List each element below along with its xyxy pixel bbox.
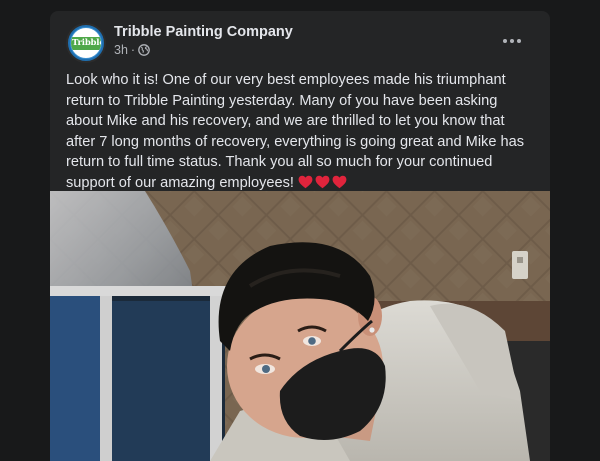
post-photo[interactable] [50, 191, 550, 461]
page-avatar[interactable]: Tribble [66, 23, 106, 63]
red-heart-icon [315, 175, 330, 188]
photo-image [50, 191, 550, 461]
post-header: Tribble Tribble Painting Company 3h · [66, 23, 534, 65]
logo-text: Tribble [72, 38, 102, 48]
post-text: Look who it is! One of our very best emp… [66, 70, 538, 193]
page-name-link[interactable]: Tribble Painting Company [114, 24, 293, 40]
red-heart-icon [332, 175, 347, 188]
post-card: Tribble Tribble Painting Company 3h · Loo… [50, 11, 550, 461]
post-meta: 3h · [114, 43, 150, 59]
company-logo: Tribble [70, 27, 102, 59]
post-body: Look who it is! One of our very best emp… [66, 72, 525, 191]
emoji-group [298, 173, 349, 194]
more-options-icon[interactable] [500, 33, 524, 49]
red-heart-icon [298, 175, 313, 188]
meta-separator: · [130, 43, 136, 57]
post-timestamp[interactable]: 3h [114, 43, 128, 57]
globe-icon[interactable] [138, 44, 150, 59]
